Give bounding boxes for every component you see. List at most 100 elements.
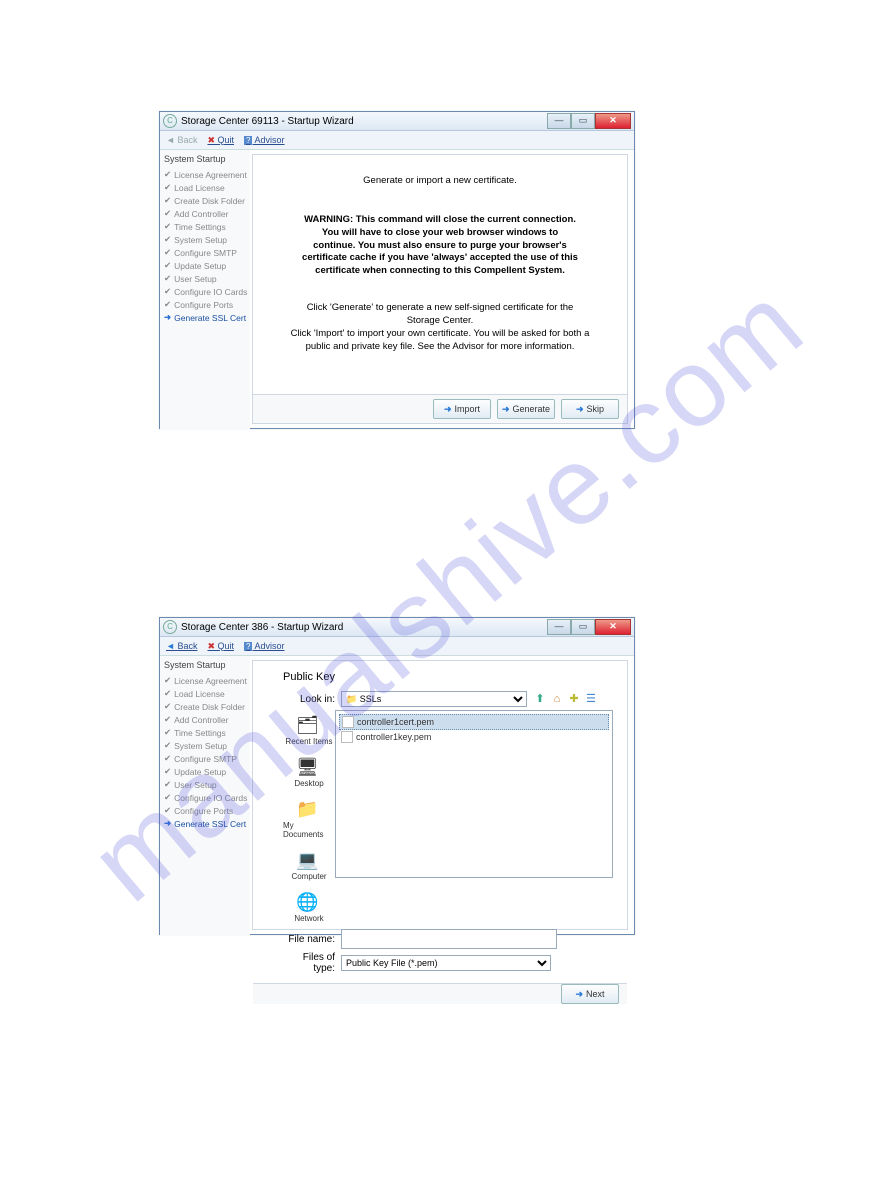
list-view-icon[interactable]: ☰ [584,692,598,706]
maximize-button[interactable]: ▭ [571,113,595,129]
lookin-label: Look in: [283,694,341,705]
sidebar-step: ✔Configure IO Cards [164,791,250,804]
place-label: Computer [291,872,326,881]
minimize-button[interactable]: — [547,619,571,635]
back-button[interactable]: ◄ Back [166,641,197,651]
sidebar-step: ✔Create Disk Folder [164,700,250,713]
check-icon: ✔ [164,299,171,310]
step-label: Update Setup [174,767,226,777]
sidebar-step: ✔Configure SMTP [164,752,250,765]
step-label: Add Controller [174,715,228,725]
up-folder-icon[interactable]: ⬆ [533,692,547,706]
place-label: Recent Items [285,737,332,746]
step-label: License Agreement [174,170,247,180]
quit-link[interactable]: ✖ Quit [207,135,234,146]
places-item[interactable]: 💻Computer [291,849,326,881]
filename-label: File name: [283,934,341,945]
sidebar-step: ➜Generate SSL Cert [164,311,250,324]
step-label: System Setup [174,741,227,751]
sidebar-step: ✔Configure IO Cards [164,285,250,298]
advisor-link[interactable]: ? Advisor [244,135,284,145]
check-icon: ✔ [164,247,171,258]
check-icon: ✔ [164,221,171,232]
place-label: Network [294,914,323,923]
lookin-select[interactable]: 📁 SSLs [341,691,527,707]
check-icon: ✔ [164,195,171,206]
filetype-select[interactable]: Public Key File (*.pem) [341,955,551,971]
step-label: User Setup [174,274,217,284]
minimize-button[interactable]: — [547,113,571,129]
step-label: User Setup [174,780,217,790]
next-button[interactable]: ➜Next [561,984,619,1004]
quit-link[interactable]: ✖ Quit [207,641,234,652]
app-icon: C [163,114,177,128]
place-icon: 🖥 [296,756,322,778]
check-icon: ✔ [164,688,171,699]
file-name: controller1key.pem [356,732,431,742]
places-item[interactable]: 🖥Desktop [294,756,323,788]
check-icon: ✔ [164,779,171,790]
sidebar-step: ✔Time Settings [164,220,250,233]
step-label: Generate SSL Cert [174,313,246,323]
step-label: Load License [174,183,225,193]
sidebar-step: ✔Time Settings [164,726,250,739]
arrow-icon: ➜ [164,312,171,323]
places-item[interactable]: 📁My Documents [283,798,335,839]
arrow-icon: ➜ [502,404,510,415]
sidebar-step: ✔Create Disk Folder [164,194,250,207]
home-icon[interactable]: ⌂ [550,692,564,706]
content-heading: Generate or import a new certificate. [363,175,517,186]
sidebar-step: ✔System Setup [164,233,250,246]
arrow-icon: ➜ [444,404,452,415]
button-bar: ➜Import ➜Generate ➜Skip [253,394,627,423]
step-label: Configure IO Cards [174,287,247,297]
maximize-button[interactable]: ▭ [571,619,595,635]
button-bar: ➜Next [253,983,627,1004]
file-item[interactable]: controller1cert.pem [339,714,609,730]
check-icon: ✔ [164,208,171,219]
titlebar[interactable]: C Storage Center 386 - Startup Wizard — … [160,618,634,637]
close-button[interactable]: ✕ [595,619,631,635]
sidebar-step: ✔Update Setup [164,765,250,778]
sidebar: System Startup ✔License Agreement✔Load L… [160,656,250,936]
window-title: Storage Center 386 - Startup Wizard [181,622,343,633]
skip-button[interactable]: ➜Skip [561,399,619,419]
places-item[interactable]: 🌐Network [294,891,323,923]
filename-input[interactable] [341,929,557,949]
step-label: License Agreement [174,676,247,686]
titlebar[interactable]: C Storage Center 69113 - Startup Wizard … [160,112,634,131]
check-icon: ✔ [164,740,171,751]
sidebar-header: System Startup [164,660,250,670]
step-label: Create Disk Folder [174,702,245,712]
file-icon [342,716,354,728]
sidebar-step: ✔License Agreement [164,168,250,181]
step-label: Create Disk Folder [174,196,245,206]
sidebar-step: ✔Add Controller [164,207,250,220]
toolbar: ◄ Back ✖ Quit ? Advisor [160,131,634,150]
sidebar-step: ✔License Agreement [164,674,250,687]
sidebar-step: ✔System Setup [164,739,250,752]
file-name: controller1cert.pem [357,717,434,727]
check-icon: ✔ [164,182,171,193]
file-item[interactable]: controller1key.pem [339,730,609,744]
check-icon: ✔ [164,286,171,297]
sidebar-step: ✔Configure Ports [164,298,250,311]
file-list[interactable]: controller1cert.pem controller1key.pem [335,710,613,878]
info-text: Click 'Generate' to generate a new self-… [290,302,590,353]
place-icon: 🗂 [296,714,322,736]
arrow-icon: ➜ [575,989,583,1000]
panel-title: Public Key [283,671,613,683]
sidebar-step: ✔Add Controller [164,713,250,726]
generate-button[interactable]: ➜Generate [497,399,555,419]
advisor-link[interactable]: ? Advisor [244,641,284,651]
check-icon: ✔ [164,792,171,803]
close-button[interactable]: ✕ [595,113,631,129]
places-item[interactable]: 🗂Recent Items [285,714,332,746]
sidebar-header: System Startup [164,154,250,164]
window-public-key: C Storage Center 386 - Startup Wizard — … [159,617,635,935]
places-bar: 🗂Recent Items 🖥Desktop 📁My Documents 💻Compu… [283,710,335,923]
check-icon: ✔ [164,727,171,738]
sidebar-step: ✔Configure Ports [164,804,250,817]
import-button[interactable]: ➜Import [433,399,491,419]
new-folder-icon[interactable]: ✚ [567,692,581,706]
